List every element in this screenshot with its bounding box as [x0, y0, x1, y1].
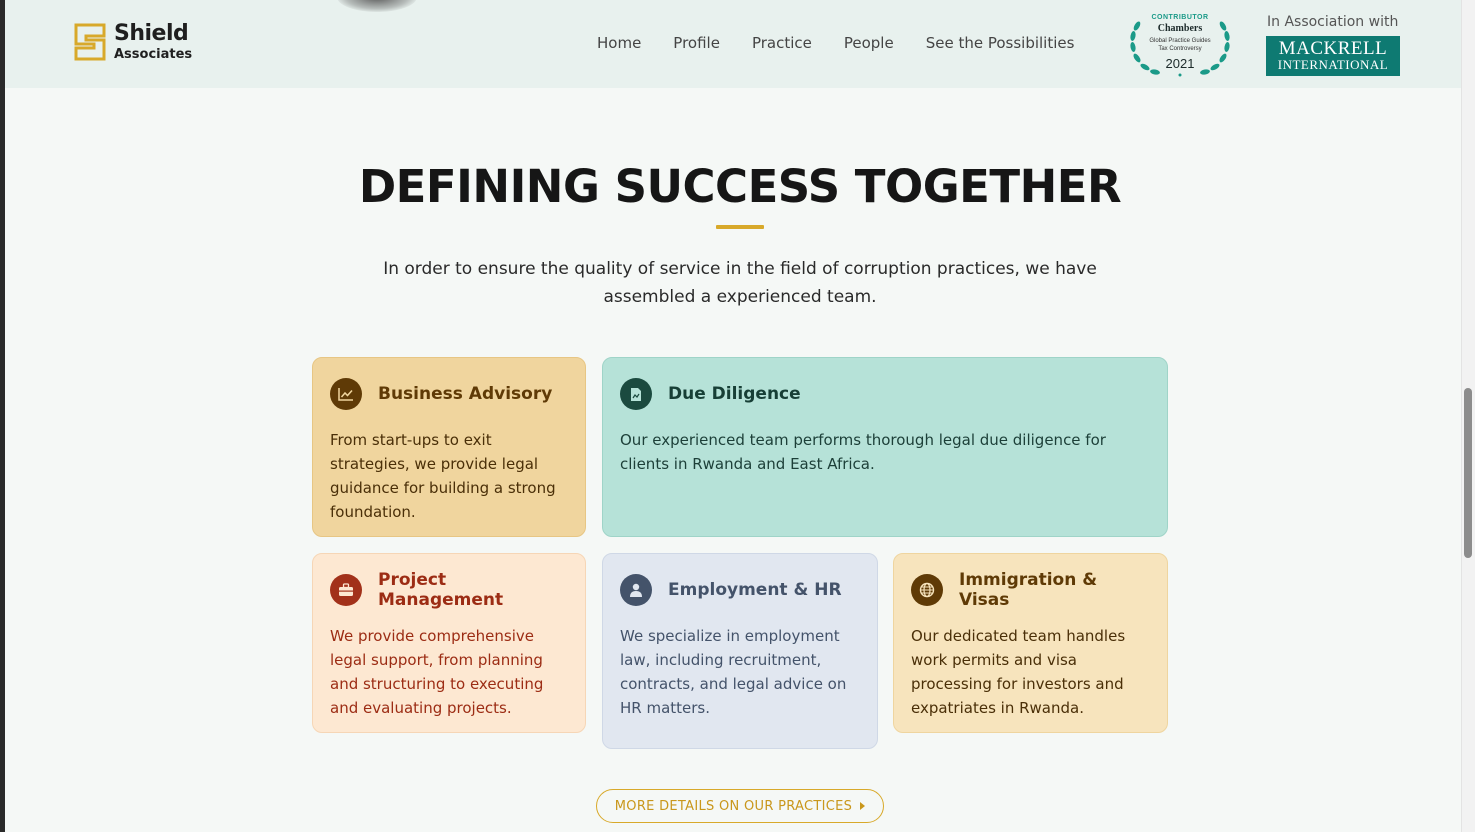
more-details-button[interactable]: MORE DETAILS ON OUR PRACTICES — [596, 789, 884, 823]
card-due-diligence[interactable]: Due Diligence Our experienced team perfo… — [602, 357, 1168, 537]
globe-icon — [911, 574, 943, 606]
scrollbar-thumb[interactable] — [1464, 388, 1472, 558]
card-project-management[interactable]: Project Management We provide comprehens… — [312, 553, 586, 733]
card-body: Our dedicated team handles work permits … — [911, 627, 1126, 717]
logo-subtitle: Associates — [114, 47, 193, 62]
briefcase-icon — [330, 574, 362, 606]
card-body: Our experienced team performs thorough l… — [620, 431, 1106, 473]
card-title: Due Diligence — [668, 384, 801, 404]
card-title: Employment & HR — [668, 580, 842, 600]
nav-home[interactable]: Home — [597, 34, 641, 52]
title-divider — [716, 225, 764, 229]
nav-profile[interactable]: Profile — [673, 34, 720, 52]
mackrell-logo[interactable]: MACKRELL INTERNATIONAL — [1266, 36, 1400, 76]
vertical-scrollbar[interactable] — [1461, 0, 1475, 832]
person-icon — [620, 574, 652, 606]
page-title: DEFINING SUCCESS TOGETHER — [358, 160, 1122, 213]
mackrell-line1: MACKRELL — [1278, 38, 1388, 59]
more-details-label: MORE DETAILS ON OUR PRACTICES — [614, 798, 853, 814]
site-header: Shield Associates Home Profile Practice … — [5, 0, 1461, 88]
badge-brand: Chambers — [1157, 23, 1203, 34]
badge-year: 2021 — [1165, 56, 1195, 71]
mackrell-line2: INTERNATIONAL — [1277, 57, 1389, 72]
chevron-right-icon — [860, 802, 866, 810]
logo-mark-icon — [74, 23, 106, 61]
main-nav: Home Profile Practice People See the Pos… — [597, 34, 1106, 52]
chambers-badge: CONTRIBUTOR Chambers Global Practice Gui… — [1125, 12, 1235, 78]
intro-text: In order to ensure the quality of servic… — [383, 259, 1097, 307]
card-title: Business Advisory — [378, 384, 553, 404]
card-body: We specialize in employment law, includi… — [620, 627, 847, 717]
nav-people[interactable]: People — [844, 34, 894, 52]
card-business-advisory[interactable]: Business Advisory From start-ups to exit… — [312, 357, 586, 537]
page: Shield Associates Home Profile Practice … — [5, 0, 1461, 832]
badge-contributor: CONTRIBUTOR — [1151, 14, 1209, 21]
card-body: From start-ups to exit strategies, we pr… — [330, 431, 556, 521]
badge-line2: Tax Controversy — [1158, 46, 1202, 52]
association-label: In Association with — [1267, 14, 1399, 30]
card-body: We provide comprehensive legal support, … — [330, 627, 544, 717]
card-title: Immigration & Visas — [959, 570, 1098, 610]
card-employment-hr[interactable]: Employment & HR We specialize in employm… — [602, 553, 878, 749]
site-logo[interactable]: Shield Associates — [74, 22, 192, 62]
chart-icon — [330, 378, 362, 410]
card-title: Project Management — [378, 570, 504, 610]
badge-line1: Global Practice Guides — [1149, 38, 1211, 44]
blurred-image-fragment — [337, 0, 417, 12]
document-icon — [620, 378, 652, 410]
nav-see-the-possibilities[interactable]: See the Possibilities — [926, 34, 1075, 52]
nav-practice[interactable]: Practice — [752, 34, 812, 52]
card-immigration-visas[interactable]: Immigration & Visas Our dedicated team h… — [893, 553, 1168, 733]
logo-name: Shield — [114, 21, 189, 46]
